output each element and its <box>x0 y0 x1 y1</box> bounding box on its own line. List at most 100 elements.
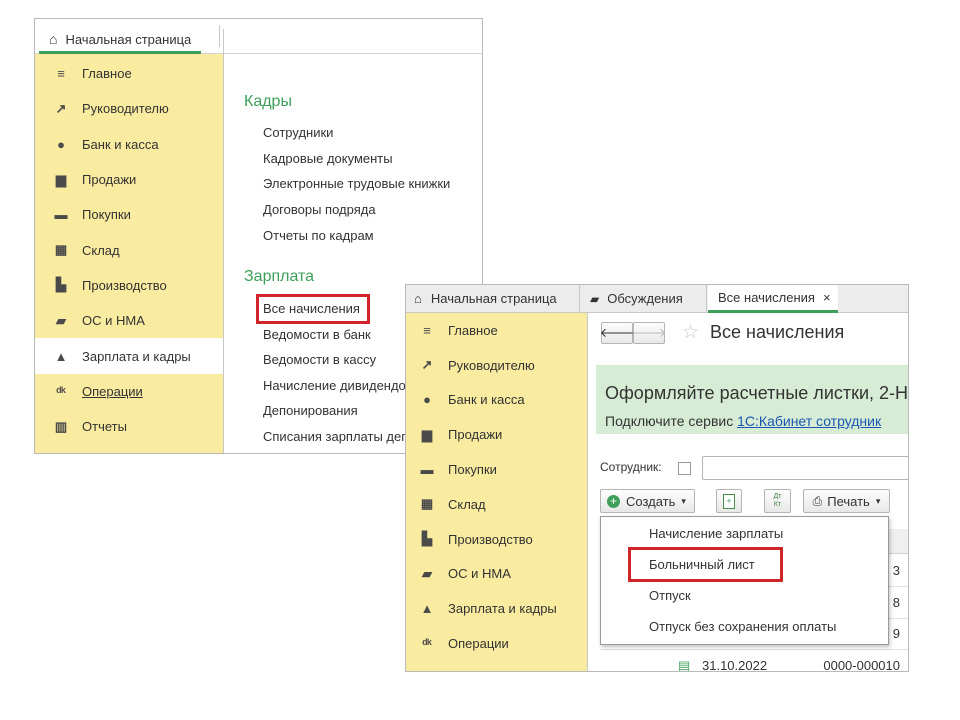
dt-kt-icon: ᵈᵏ <box>56 383 66 399</box>
sidebar-item-label: Покупки <box>448 462 497 478</box>
sidebar-item[interactable]: ▲ Зарплата и кадры <box>35 338 223 374</box>
trend-icon: ↗ <box>421 357 433 373</box>
close-icon[interactable]: × <box>823 290 831 305</box>
sidebar-item[interactable]: ▥ Отчеты <box>35 409 223 444</box>
sidebar-item-label: Склад <box>448 496 486 512</box>
sidebar-item-label: ОС и НМА <box>82 313 145 329</box>
tab-discussions[interactable]: ▰ Обсуждения <box>580 285 706 312</box>
sidebar-item-label: Операции <box>82 383 143 399</box>
sidebar-item[interactable]: ▰ ОС и НМА <box>406 557 587 592</box>
warehouse-icon: ▦ <box>54 242 68 258</box>
sidebar-item-label: Продажи <box>82 172 137 188</box>
banner-link[interactable]: 1С:Кабинет сотрудник <box>737 413 881 429</box>
sidebar-item-label: Главное <box>82 66 132 82</box>
row-number: 8 <box>892 594 900 610</box>
dropdown-item[interactable]: Отпуск <box>649 588 691 603</box>
menu-icon: ≡ <box>57 66 65 82</box>
bar-chart-icon: ▥ <box>54 418 68 434</box>
home-icon: ⌂ <box>414 291 422 306</box>
bag-icon: ▆ <box>56 171 66 187</box>
highlight-sick-leave <box>628 547 783 582</box>
sidebar-item[interactable]: ↗ Руководителю <box>35 91 223 126</box>
banner-text: Подключите сервис 1С:Кабинет сотрудник <box>605 413 881 429</box>
coin-icon: ● <box>57 136 65 152</box>
nav-link[interactable]: Сотрудники <box>263 125 333 140</box>
sidebar-item[interactable]: ▙ Производство <box>406 522 587 557</box>
sidebar-item-label: Главное <box>448 322 498 338</box>
tab-home[interactable]: ⌂ Начальная страница <box>39 27 202 54</box>
document-icon: ▤ <box>678 657 691 672</box>
sidebar-item-label: Зарплата и кадры <box>448 601 557 617</box>
sidebar-item-label: Банк и касса <box>82 136 159 152</box>
sidebar-item[interactable]: ▆ Продажи <box>35 162 223 197</box>
sidebar-item-label: Банк и касса <box>448 392 525 408</box>
page-title: Все начисления <box>710 322 845 342</box>
sidebar-border <box>223 29 224 453</box>
tab-home-label: Начальная страница <box>65 31 192 47</box>
dt-kt-icon: ᵈᵏ <box>422 636 432 652</box>
sidebar-item[interactable]: ᵈᵏ Операции <box>35 374 223 409</box>
sidebar-item[interactable]: ▦ Склад <box>35 233 223 268</box>
sidebar-item[interactable]: ▆ Продажи <box>406 417 587 452</box>
sidebar-item[interactable]: ▬ Покупки <box>35 197 223 232</box>
section-title-zarplata: Зарплата <box>244 268 315 285</box>
create-button[interactable]: + Создать ▾ <box>600 489 695 513</box>
sidebar-item[interactable]: ≡ Главное <box>35 56 223 91</box>
row-number: 3 <box>892 563 900 578</box>
print-label: Печать <box>827 493 870 509</box>
warehouse-icon: ▦ <box>420 496 434 512</box>
table-header <box>888 529 908 554</box>
tab-discussions-label: Обсуждения <box>607 291 683 306</box>
cart-icon: ▬ <box>54 207 68 223</box>
truck-icon: ▰ <box>56 312 66 328</box>
employee-field[interactable] <box>702 456 908 480</box>
sidebar-item[interactable]: ≡ Главное <box>406 313 587 348</box>
sidebar-item[interactable]: ▬ Покупки <box>406 452 587 487</box>
back-button[interactable]: 🡐 <box>599 322 635 344</box>
person-icon: ▲ <box>420 601 434 617</box>
tab-home[interactable]: ⌂ Начальная страница <box>406 285 579 312</box>
chevron-down-icon: ▾ <box>681 495 686 506</box>
dropdown-item[interactable]: Начисление зарплаты <box>649 526 783 541</box>
sidebar-item-label: Руководителю <box>448 357 535 373</box>
copy-button[interactable]: + <box>716 489 742 513</box>
star-icon[interactable]: ☆ <box>682 321 699 344</box>
arrow-left-icon: 🡐 <box>599 325 635 340</box>
sidebar-item-label: Продажи <box>448 427 503 443</box>
sidebar-item[interactable]: ᵈᵏ Операции <box>406 626 587 661</box>
nav-link[interactable]: Ведомости в кассу <box>263 352 376 367</box>
tab-all-accruals[interactable]: Все начисления × <box>708 285 838 313</box>
bag-icon: ▆ <box>422 426 432 442</box>
table-row[interactable]: ▤ 31.10.2022 0000-000010 <box>600 650 908 672</box>
forward-button[interactable]: 🡒 <box>631 322 667 344</box>
dt-kt-button[interactable]: Дт Кт <box>764 489 791 513</box>
highlight-all-accruals <box>256 294 370 324</box>
sidebar-item-label: Операции <box>448 636 509 652</box>
sidebar-list: ≡ Главное ↗ Руководителю ● Банк и касса ▆ Прода… <box>35 54 223 453</box>
nav-link[interactable]: Электронные трудовые книжки <box>263 176 450 191</box>
sidebar-item[interactable]: ▦ Склад <box>406 487 587 522</box>
tab-divider <box>219 25 220 47</box>
nav-link[interactable]: Отчеты по кадрам <box>263 228 374 243</box>
nav-link[interactable]: Депонирования <box>263 403 358 418</box>
sidebar-item[interactable]: ↗ Руководителю <box>406 348 587 383</box>
kadry-links: Сотрудники Кадровые документы Электронные … <box>263 125 478 255</box>
sidebar-item[interactable]: ▙ Производство <box>35 268 223 303</box>
home-icon: ⌂ <box>49 31 58 47</box>
nav-link[interactable]: Начисление дивидендов <box>263 378 413 393</box>
sidebar-item[interactable]: ● Банк и касса <box>406 383 587 418</box>
sidebar-item[interactable]: ● Банк и касса <box>35 127 223 162</box>
dropdown-item[interactable]: Отпуск без сохранения оплаты <box>649 619 836 634</box>
print-button[interactable]: ⎙ Печать ▾ <box>803 489 890 513</box>
employee-checkbox[interactable] <box>678 462 691 475</box>
sidebar-item-label: ОС и НМА <box>448 566 511 582</box>
row-number: 9 <box>892 626 900 641</box>
nav-link[interactable]: Договоры подряда <box>263 202 376 217</box>
nav-link[interactable]: Кадровые документы <box>263 151 393 166</box>
sidebar-item-label: Производство <box>82 277 167 293</box>
nav-link[interactable]: Ведомости в банк <box>263 327 371 342</box>
sidebar-item[interactable]: ▲ Зарплата и кадры <box>406 591 587 626</box>
factory-icon: ▙ <box>422 531 432 547</box>
sidebar-item[interactable]: ▰ ОС и НМА <box>35 303 223 338</box>
arrow-right-icon: 🡒 <box>631 325 667 340</box>
